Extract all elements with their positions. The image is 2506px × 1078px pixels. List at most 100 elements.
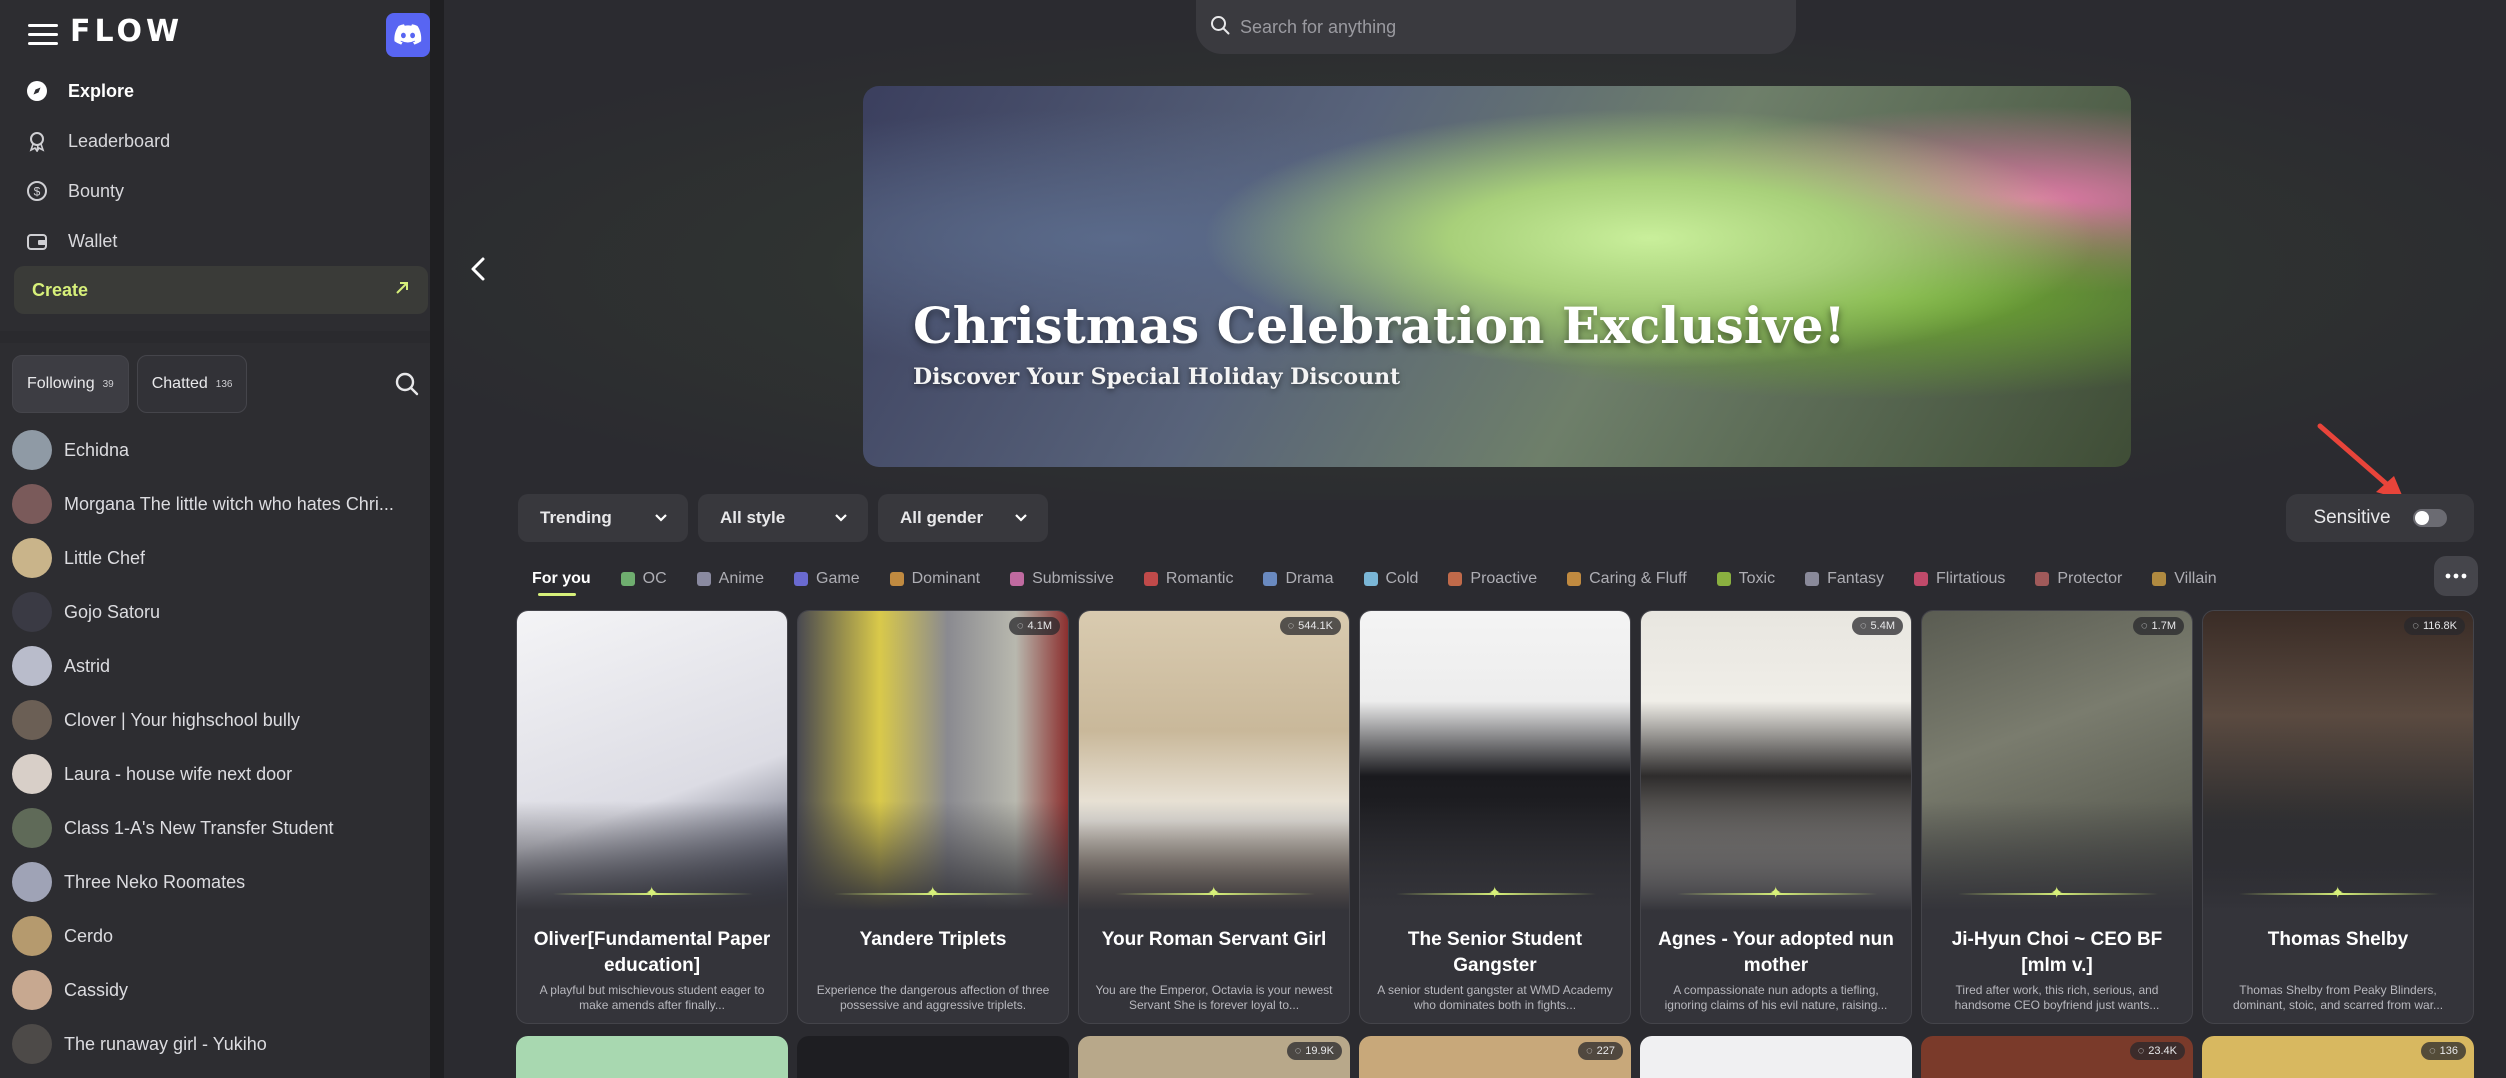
character-card[interactable]: The Senior Student Gangster A senior stud… [1359,610,1631,1024]
category-label: Cold [1385,570,1419,587]
chat-item[interactable]: Little Chef [12,531,422,585]
category-tab[interactable]: Anime [696,560,764,598]
category-tab[interactable]: Proactive [1448,560,1537,598]
search-input[interactable] [1240,16,1760,38]
category-icon [696,572,711,586]
avatar [12,700,52,740]
view-count-value: 23.4K [2148,1045,2177,1057]
discord-icon[interactable] [386,13,430,57]
category-tab[interactable]: Villain [2152,560,2217,598]
tab-chatted[interactable]: Chatted 136 [136,355,248,413]
style-dropdown[interactable]: All style [698,494,868,542]
gender-dropdown[interactable]: All gender [878,494,1048,542]
app-logo[interactable]: FLOW [70,14,183,49]
chat-item[interactable]: The runaway girl - Yukiho [12,1017,422,1071]
character-image [1360,611,1630,911]
nav-bounty[interactable]: $ Bounty [12,166,430,216]
chat-name: Three Neko Roomates [64,871,246,892]
chat-name: Gojo Satoru [64,601,161,622]
avatar [12,916,52,956]
category-tab[interactable]: Protector [2035,560,2122,598]
sidebar-top: FLOW Explore Leaderboard $ Bounty Wallet… [0,0,430,331]
category-tab[interactable]: Drama [1263,560,1334,598]
character-card[interactable]: ◌ 136 [2202,1036,2474,1078]
category-tab[interactable]: Fantasy [1805,560,1884,598]
promo-banner[interactable]: Christmas Celebration Exclusive! Discove… [863,86,2131,467]
style-value: All style [720,508,786,527]
category-tab[interactable]: Toxic [1716,560,1775,598]
chat-item[interactable]: Clover | Your highschool bully [12,693,422,747]
character-card[interactable]: Oliver[Fundamental Paper education] A pla… [516,610,788,1024]
chat-item[interactable]: Astrid [12,639,422,693]
nav-leaderboard[interactable]: Leaderboard [12,116,430,166]
character-description: A playful but mischievous student eager … [539,983,765,1012]
menu-icon[interactable] [28,22,58,46]
chat-item[interactable]: Cerdo [12,909,422,963]
character-card[interactable]: ◌544.1K Your Roman Servant Girl You are th… [1078,610,1350,1024]
category-tab[interactable]: For you [518,560,591,598]
character-card[interactable]: ◌ 19.9K [1078,1036,1350,1078]
character-card[interactable]: ◌116.8K Thomas Shelby Thomas Shelby from P… [2202,610,2474,1024]
tab-following[interactable]: Following 39 [12,355,129,413]
main-content: Christmas Celebration Exclusive! Discove… [444,0,2506,1078]
category-icon [1914,572,1929,586]
chat-item[interactable]: Cassidy [12,963,422,1017]
sensitive-toggle[interactable] [2412,509,2447,527]
category-icon [1716,572,1731,586]
character-card[interactable]: ◌4.1M Yandere Triplets Experience the dang… [797,610,1069,1024]
chat-item[interactable]: Class 1-A's New Transfer Student [12,801,422,855]
chat-item[interactable]: Gojo Satoru [12,585,422,639]
character-card[interactable] [797,1036,1069,1078]
chat-item[interactable]: Three Neko Roomates [12,855,422,909]
tab-count: 136 [215,378,233,390]
category-tab[interactable]: Caring & Fluff [1567,560,1687,598]
chat-bubble-icon: ◌ [1287,620,1295,632]
category-icon [1448,572,1463,586]
category-tab[interactable]: OC [620,560,667,598]
category-tab[interactable]: Dominant [889,560,980,598]
chat-bubble-icon: ◌ [2137,1045,2145,1057]
category-tab[interactable]: Flirtatious [1914,560,2005,598]
chat-item[interactable]: Morgana The little witch who hates Chri.… [12,477,422,531]
character-card[interactable] [1640,1036,1912,1078]
avatar [12,592,52,632]
view-count: ◌ 23.4K [2129,1042,2185,1060]
character-image [798,611,1068,911]
create-label: Create [32,279,89,300]
chat-item[interactable]: Echidna [12,423,422,477]
category-tab[interactable]: Romantic [1143,560,1233,598]
search-bar[interactable] [1196,0,1796,54]
sparkle-divider-icon [2239,883,2439,903]
search-icon[interactable] [394,371,420,397]
avatar [12,862,52,902]
chat-bubble-icon: ◌ [1016,620,1024,632]
character-name: The Senior Student Gangster [1407,929,1583,976]
gender-value: All gender [900,508,984,527]
character-grid-row2: ◌ 19.9K ◌ 227 ◌ 23.4K ◌ 136 [516,1036,2474,1078]
more-icon[interactable] [2434,556,2478,596]
character-card[interactable] [516,1036,788,1078]
chat-item[interactable]: Laura - house wife next door [12,747,422,801]
topbar: FLOW [26,10,430,58]
category-tab[interactable]: Submissive [1010,560,1114,598]
character-card[interactable]: ◌ 227 [1359,1036,1631,1078]
character-image [517,611,787,911]
character-card[interactable]: ◌1.7M Ji-Hyun Choi ~ CEO BF [mlm v.] Tired… [1921,610,2193,1024]
category-tab[interactable]: Game [794,560,860,598]
category-tab[interactable]: Cold [1363,560,1419,598]
character-card[interactable]: ◌ 23.4K [1921,1036,2193,1078]
sidebar: FLOW Explore Leaderboard $ Bounty Wallet… [0,0,444,1078]
chat-panel: Following 39 Chatted 136 Echidna Morgana … [0,343,430,1078]
create-button[interactable]: Create [14,266,428,314]
view-count: ◌ 5.4M [1851,617,1903,635]
chevron-left-icon[interactable] [464,254,494,284]
chat-bubble-icon: ◌ [2412,620,2419,632]
sort-dropdown[interactable]: Trending [518,494,688,542]
sparkle-divider-icon [1677,883,1877,903]
chat-name: Clover | Your highschool bully [64,709,300,730]
category-icon [620,572,635,586]
sensitive-filter: Sensitive [2286,494,2474,542]
character-card[interactable]: ◌5.4M Agnes - Your adopted nun mother A co… [1640,610,1912,1024]
nav-wallet[interactable]: Wallet [12,216,430,266]
nav-explore[interactable]: Explore [12,66,430,116]
